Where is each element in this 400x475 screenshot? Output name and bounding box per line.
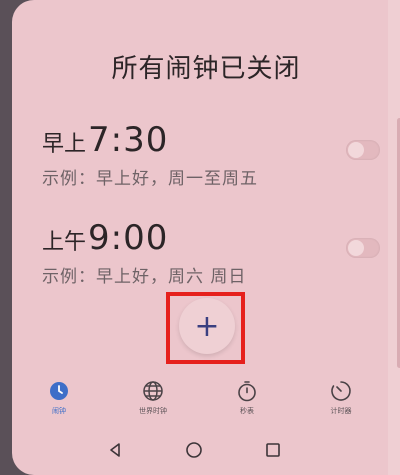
alarm-item-2[interactable]: 上午 9:00 示例：早上好，周六 周日 — [42, 218, 382, 287]
tab-stopwatch[interactable]: 秒表 — [200, 378, 294, 424]
tab-label: 秒表 — [240, 407, 254, 415]
alarm-time: 9:00 — [88, 218, 169, 258]
toggle-knob — [348, 142, 364, 158]
alarm-toggle[interactable] — [346, 140, 380, 160]
tab-timer[interactable]: 计时器 — [294, 378, 388, 424]
stopwatch-icon — [236, 378, 258, 404]
timer-icon — [330, 378, 352, 404]
home-icon[interactable] — [185, 441, 203, 463]
alarm-toggle[interactable] — [346, 238, 380, 258]
system-nav-bar — [0, 428, 388, 475]
alarm-period: 上午 — [42, 230, 87, 255]
tab-alarm[interactable]: 闹钟 — [12, 378, 106, 424]
tab-label: 计时器 — [330, 407, 352, 415]
tab-label: 世界时钟 — [139, 407, 167, 415]
alarm-time: 7:30 — [88, 120, 169, 160]
alarm-period: 早上 — [42, 132, 87, 157]
toggle-knob — [348, 240, 364, 256]
tab-world-clock[interactable]: 世界时钟 — [106, 378, 200, 424]
tab-label: 闹钟 — [52, 407, 66, 415]
highlight-box — [166, 292, 245, 364]
page-title: 所有闹钟已关闭 — [111, 54, 301, 84]
bottom-tab-bar: 闹钟 世界时钟 秒表 计时器 — [12, 378, 388, 424]
back-icon[interactable] — [107, 442, 123, 462]
globe-icon — [142, 378, 164, 404]
alarm-description: 示例：早上好，周六 周日 — [42, 267, 247, 287]
alarm-item-1[interactable]: 早上 7:30 示例：早上好，周一至周五 — [42, 120, 382, 189]
alarm-clock-icon — [48, 378, 70, 404]
alarm-description: 示例：早上好，周一至周五 — [42, 169, 258, 189]
recents-icon[interactable] — [265, 442, 281, 462]
